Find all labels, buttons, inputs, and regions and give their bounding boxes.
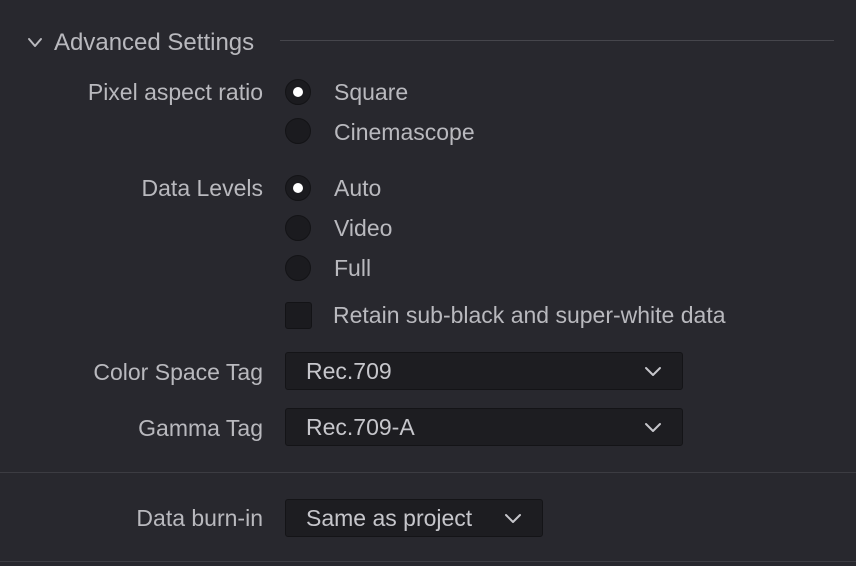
chevron-down-icon [645,423,661,432]
radio-auto[interactable] [285,175,311,201]
retain-data-label[interactable]: Retain sub-black and super-white data [333,301,726,329]
chevron-down-icon [645,367,661,376]
radio-full[interactable] [285,255,311,281]
pixel-aspect-ratio-label: Pixel aspect ratio [87,79,263,105]
gamma-tag-dropdown[interactable]: Rec.709-A [285,408,683,446]
radio-cinemascope[interactable] [285,118,311,144]
color-space-dropdown[interactable]: Rec.709 [285,352,683,390]
radio-cinemascope-label[interactable]: Cinemascope [334,118,475,146]
gamma-tag-label: Gamma Tag [138,415,263,441]
retain-data-checkbox[interactable] [285,302,312,329]
gamma-tag-value: Rec.709-A [306,414,415,440]
data-burn-in-value: Same as project [306,505,473,531]
radio-video-label[interactable]: Video [334,214,392,242]
chevron-down-icon [505,514,521,523]
radio-auto-label[interactable]: Auto [334,174,381,202]
data-burn-in-dropdown[interactable]: Same as project [285,499,543,537]
section-title[interactable]: Advanced Settings [54,28,254,58]
header-divider [280,40,834,41]
data-levels-label: Data Levels [141,175,263,201]
color-space-tag-label: Color Space Tag [93,359,263,385]
radio-video[interactable] [285,215,311,241]
data-burn-in-label: Data burn-in [136,505,263,531]
radio-square[interactable] [285,79,311,105]
bottom-divider [0,561,856,562]
radio-square-label[interactable]: Square [334,78,408,106]
section-divider [0,472,856,473]
chevron-down-icon[interactable] [27,35,43,51]
radio-full-label[interactable]: Full [334,254,371,282]
color-space-value: Rec.709 [306,358,392,384]
